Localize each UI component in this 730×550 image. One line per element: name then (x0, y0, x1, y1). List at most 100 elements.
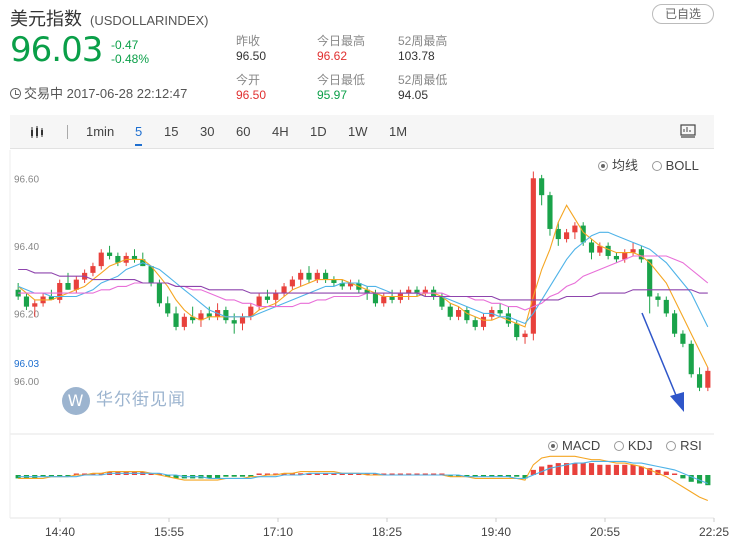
stat-label: 昨收 (236, 34, 261, 48)
stat-label: 今日最高 (317, 34, 366, 48)
stat-label: 今日最低 (317, 73, 366, 87)
y-tick-label: 96.20 (14, 309, 39, 320)
candle-body (90, 266, 96, 273)
period-1m[interactable]: 1M (389, 124, 407, 139)
change-value: -0.47 (111, 38, 139, 52)
macd-bar (613, 464, 620, 475)
change-percent: -0.48% (111, 52, 150, 66)
stat-value: 95.97 (317, 88, 348, 102)
period-1min[interactable]: 1min (86, 124, 114, 139)
stat-52w-high: 52周最高 103.78 (398, 34, 447, 64)
stat-value: 96.50 (236, 49, 267, 63)
candle-body (555, 228, 561, 240)
chart-settings-icon[interactable] (680, 124, 696, 138)
legend-kdj[interactable]: KDJ (613, 438, 652, 453)
chart-area[interactable]: 96.60 96.40 96.20 96.00 96.03 14:40 15:55 17:10… (0, 150, 730, 550)
macd-bar (705, 475, 711, 486)
period-15[interactable]: 15 (164, 124, 178, 139)
legend-macd[interactable]: MACD (548, 438, 600, 453)
stat-value: 96.50 (236, 88, 267, 102)
macd-bar (680, 475, 686, 479)
instrument-code: (USDOLLARINDEX) (90, 13, 209, 28)
macd-bar (622, 464, 628, 475)
watermark: W 华尔街见闻 (62, 385, 186, 415)
candle-body (73, 279, 79, 290)
candle-body (564, 232, 570, 240)
candle-body (588, 242, 595, 253)
candle-body (705, 370, 711, 388)
watermark-logo-icon: W (62, 386, 90, 415)
candle-body (181, 316, 187, 327)
current-price-label: 96.03 (14, 359, 39, 370)
candle-body (613, 255, 620, 260)
candle-body (173, 313, 179, 327)
stat-prev-close: 昨收 96.50 (236, 34, 266, 64)
candle-body (688, 343, 694, 375)
macd-bar (580, 463, 586, 475)
instrument-name: 美元指数 (10, 9, 82, 29)
trend-arrow-head (670, 392, 684, 412)
macd-dif-line (18, 455, 709, 502)
macd-bar (555, 463, 561, 475)
legend-ma[interactable]: 均线 (598, 158, 638, 173)
candle-body (539, 178, 545, 196)
candle-body (381, 296, 387, 304)
x-tick-label: 15:55 (154, 525, 184, 539)
watchlist-button[interactable]: 已自选 (652, 4, 714, 24)
candle-body (447, 306, 453, 317)
macd-bar (223, 475, 229, 477)
period-1w[interactable]: 1W (348, 124, 368, 139)
candle-body (223, 310, 229, 321)
candle-body (314, 272, 320, 280)
x-tick-label: 17:10 (263, 525, 293, 539)
candle-body (505, 313, 511, 324)
candle-body (239, 316, 246, 324)
candle-body (497, 310, 503, 314)
macd-bar (239, 475, 246, 477)
legend-rsi[interactable]: RSI (666, 438, 702, 453)
candle-body (605, 245, 611, 256)
macd-bar (572, 463, 578, 475)
radio-selected-icon (548, 441, 558, 451)
candle-body (547, 195, 553, 229)
period-5[interactable]: 5 (135, 124, 143, 146)
stat-value: 96.62 (317, 49, 348, 63)
candle-body (273, 293, 279, 300)
radio-selected-icon (598, 161, 608, 171)
legend-macd-label: MACD (562, 438, 601, 453)
x-tick-label: 14:40 (45, 525, 75, 539)
candle-body (514, 323, 520, 338)
legend-boll[interactable]: BOLL (651, 158, 699, 173)
candle-body (231, 320, 237, 324)
stat-label: 今开 (236, 73, 261, 87)
ma-line-ma20 (18, 255, 709, 311)
candlestick-type-icon[interactable] (30, 125, 46, 139)
period-60[interactable]: 60 (236, 124, 250, 139)
macd-bar (256, 473, 262, 475)
x-tick-label: 19:40 (481, 525, 511, 539)
trading-status: 交易中 2017-06-28 22:12:47 (10, 83, 187, 102)
y-tick-label: 96.60 (14, 174, 39, 185)
legend-ma-label: 均线 (612, 158, 639, 173)
price-change: -0.47 -0.48% (111, 38, 149, 66)
candle-body (572, 225, 578, 233)
legend-boll-label: BOLL (665, 158, 699, 173)
radio-icon (651, 161, 662, 171)
candle-body (156, 283, 162, 304)
candle-body (23, 296, 30, 307)
candle-body (696, 374, 703, 388)
period-1d[interactable]: 1D (310, 124, 327, 139)
candle-body (680, 333, 686, 344)
y-tick-label: 96.40 (14, 242, 39, 253)
x-tick-label: 22:25 (699, 525, 729, 539)
candle-body (264, 296, 271, 300)
stat-value: 103.78 (398, 49, 435, 63)
period-4h[interactable]: 4H (272, 124, 289, 139)
macd-dea-line (18, 460, 709, 485)
chart-toolbar: 1min 5 15 30 60 4H 1D 1W 1M (10, 115, 714, 149)
toolbar-divider (67, 125, 68, 139)
period-30[interactable]: 30 (200, 124, 214, 139)
quote-header: 美元指数 (USDOLLARINDEX) 已自选 96.03 -0.47 -0.4… (0, 0, 730, 110)
current-price: 96.03 (10, 30, 103, 70)
instrument-title: 美元指数 (USDOLLARINDEX) (10, 5, 208, 31)
